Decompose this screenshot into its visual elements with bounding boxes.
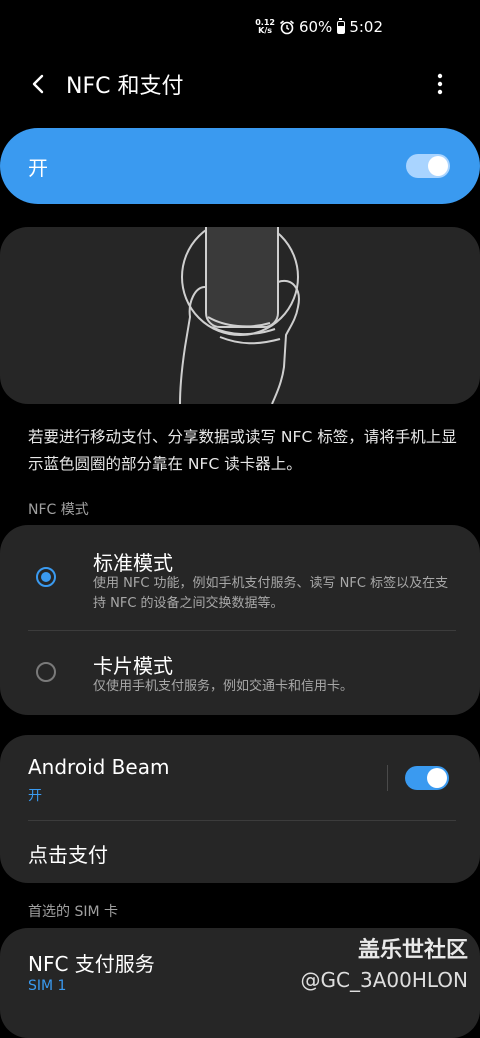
- option-title: 标准模式: [93, 551, 173, 575]
- option-title: 卡片模式: [93, 654, 173, 678]
- tap-pay-title: 点击支付: [28, 843, 108, 867]
- nfc-master-switch[interactable]: 开: [0, 128, 480, 204]
- nfc-payment-service-title: NFC 支付服务: [28, 952, 155, 976]
- radio-card-unselected[interactable]: [36, 662, 56, 682]
- sim-header: 首选的 SIM 卡: [28, 904, 118, 920]
- nfc-mode-header: NFC 模式: [28, 502, 89, 518]
- clock: 5:02: [349, 18, 383, 36]
- battery-percent: 60%: [298, 18, 333, 36]
- nfc-illustration: [0, 227, 480, 404]
- status-bar: 0.12 K/s 60% 5:02: [0, 17, 480, 44]
- battery-icon: [337, 17, 346, 34]
- more-options-icon[interactable]: [426, 70, 454, 98]
- tap-pay-row[interactable]: 点击支付: [0, 821, 480, 883]
- master-switch-label: 开: [28, 156, 48, 180]
- android-beam-title: Android Beam: [28, 755, 170, 779]
- radio-standard-selected[interactable]: [36, 567, 56, 587]
- app-bar: NFC 和支付: [0, 60, 480, 108]
- nfc-mode-card: 标准模式 使用 NFC 功能，例如手机支付服务、读写 NFC 标签以及在支持 N…: [0, 525, 480, 715]
- page-title: NFC 和支付: [66, 74, 184, 99]
- status-icons: 0.12 K/s 60% 5:02: [255, 17, 383, 36]
- net-speed-unit: K/s: [258, 26, 273, 35]
- beam-pay-card: Android Beam 开 点击支付: [0, 735, 480, 883]
- net-speed-indicator: 0.12 K/s: [255, 19, 275, 35]
- option-subtitle: 使用 NFC 功能，例如手机支付服务、读写 NFC 标签以及在支持 NFC 的设…: [93, 576, 449, 611]
- toggle-knob: [427, 768, 447, 788]
- option-subtitle: 仅使用手机支付服务，例如交通卡和信用卡。: [93, 679, 354, 694]
- nfc-mode-option-card[interactable]: 卡片模式 仅使用手机支付服务，例如交通卡和信用卡。: [0, 631, 480, 715]
- battery-fill: [338, 25, 345, 33]
- toggle-knob: [428, 156, 448, 176]
- vertical-separator: [387, 765, 388, 791]
- hand-holding-phone-illustration: [179, 227, 300, 404]
- nfc-mode-option-standard[interactable]: 标准模式 使用 NFC 功能，例如手机支付服务、读写 NFC 标签以及在支持 N…: [0, 525, 480, 630]
- android-beam-toggle[interactable]: [405, 766, 449, 790]
- watermark-community: 盖乐世社区: [357, 938, 468, 963]
- android-beam-status: 开: [28, 788, 42, 804]
- back-arrow-icon[interactable]: [26, 70, 54, 98]
- nfc-description: 若要进行移动支付、分享数据或读写 NFC 标签，请将手机上显示蓝色圆圈的部分靠在…: [28, 428, 457, 473]
- android-beam-row[interactable]: Android Beam 开: [0, 735, 480, 820]
- master-toggle[interactable]: [406, 154, 450, 178]
- alarm-icon: [279, 20, 294, 35]
- nfc-payment-service-sim: SIM 1: [28, 978, 67, 994]
- watermark-user: @GC_3A00HLON: [300, 968, 469, 992]
